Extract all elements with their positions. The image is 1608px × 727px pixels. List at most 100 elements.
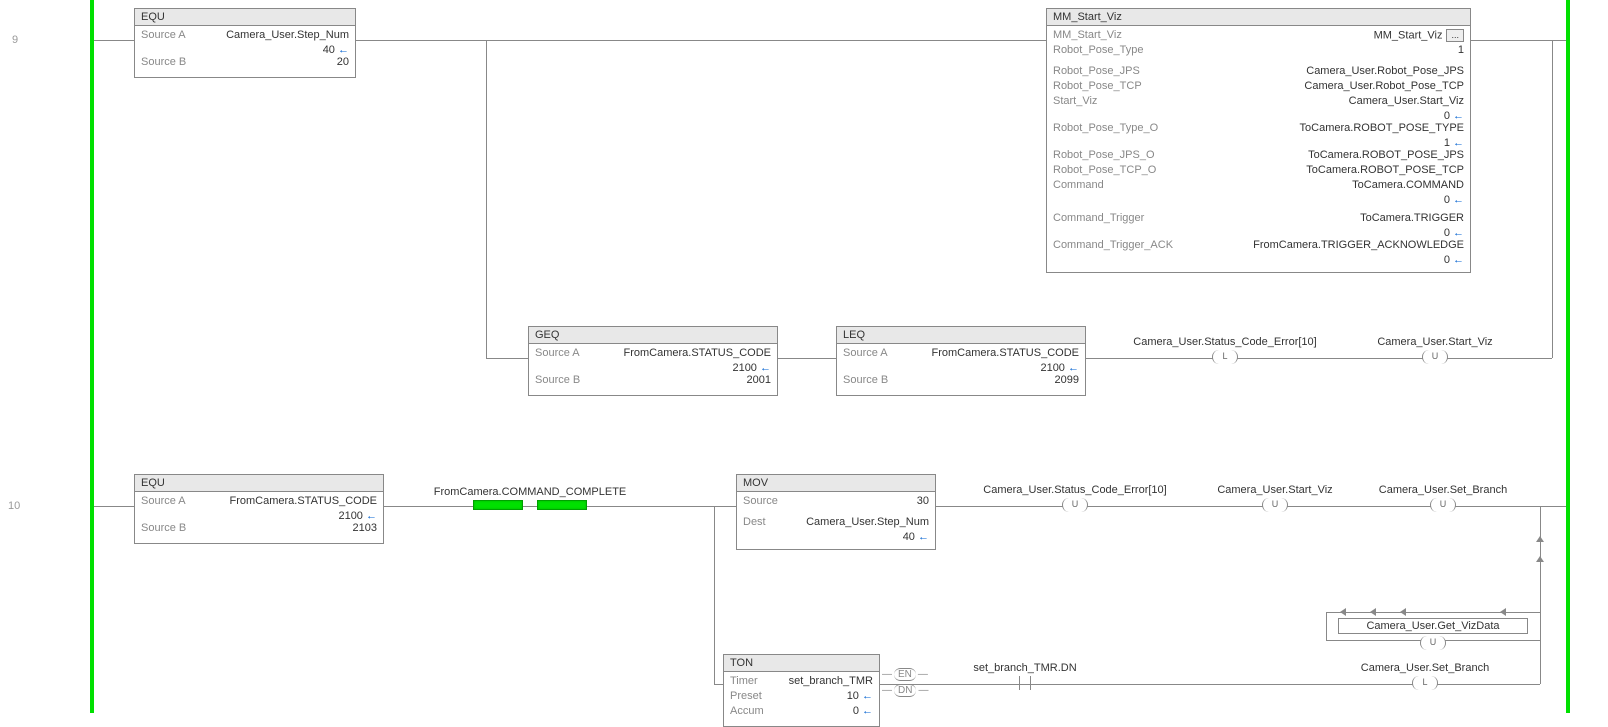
param-label: Robot_Pose_Type_O	[1053, 122, 1158, 134]
coil-latch-status-error[interactable]: Camera_User.Status_Code_Error[10] L	[1120, 336, 1330, 364]
dialog-button-icon[interactable]: ...	[1446, 29, 1464, 42]
param-label: Command_Trigger	[1053, 212, 1144, 224]
param-value: 10	[847, 690, 873, 702]
coil-label: Camera_User.Status_Code_Error[10]	[1120, 336, 1330, 348]
ton-en-pin: —EN—	[882, 668, 928, 681]
param-label: Timer	[730, 675, 758, 687]
coil-symbol: U	[1420, 636, 1446, 650]
param-value: ToCamera.ROBOT_POSE_TYPE	[1300, 122, 1464, 134]
arrow-icon	[1536, 556, 1544, 562]
power-rail-left	[90, 0, 94, 713]
param-label: Command_Trigger_ACK	[1053, 239, 1173, 251]
param-label: Source A	[141, 29, 186, 41]
param-value: ToCamera.ROBOT_POSE_TCP	[1306, 164, 1464, 176]
contact-xic-tmr-dn[interactable]: set_branch_TMR.DN	[950, 662, 1100, 693]
param-label: Robot_Pose_JPS	[1053, 65, 1140, 77]
param-value: 20	[337, 56, 349, 68]
instr-header: GEQ	[529, 327, 777, 344]
coil-unlatch-status-error[interactable]: Camera_User.Status_Code_Error[10] U	[970, 484, 1180, 512]
coil-label: Camera_User.Start_Viz	[1200, 484, 1350, 496]
param-label: Accum	[730, 705, 764, 717]
param-value: 1	[1458, 44, 1464, 56]
instr-header: MOV	[737, 475, 935, 492]
param-value: Camera_User.Step_Num	[226, 29, 349, 41]
param-value: 30	[917, 495, 929, 507]
coil-unlatch-start-viz[interactable]: Camera_User.Start_Viz U	[1200, 484, 1350, 512]
wire	[714, 506, 715, 684]
param-value: ToCamera.ROBOT_POSE_JPS	[1308, 149, 1464, 161]
arrow-icon	[1536, 536, 1544, 542]
coil-label: Camera_User.Status_Code_Error[10]	[970, 484, 1180, 496]
wire	[1326, 612, 1540, 613]
contact-label: set_branch_TMR.DN	[950, 662, 1100, 674]
coil-unlatch-set-branch[interactable]: Camera_User.Set_Branch U	[1358, 484, 1528, 512]
param-label: Start_Viz	[1053, 95, 1097, 107]
live-value: 0	[1053, 110, 1464, 122]
rung-number-9: 9	[12, 34, 18, 46]
param-label: Source B	[843, 374, 888, 386]
wire	[94, 506, 134, 507]
wire	[778, 358, 836, 359]
instruction-geq[interactable]: GEQ Source A FromCamera.STATUS_CODE 2100…	[528, 326, 778, 396]
coil-symbol: L	[1412, 676, 1438, 690]
wire	[486, 40, 487, 358]
arrow-icon	[1340, 608, 1346, 616]
coil-symbol: U	[1430, 498, 1456, 512]
coil-symbol: U	[1422, 350, 1448, 364]
coil-unlatch-start-viz[interactable]: Camera_User.Start_Viz U	[1360, 336, 1510, 364]
coil-symbol: U	[1262, 498, 1288, 512]
ton-dn-pin: —DN—	[882, 684, 928, 697]
param-label: Robot_Pose_TCP	[1053, 80, 1142, 92]
coil-symbol: U	[1062, 498, 1088, 512]
arrow-icon	[1370, 608, 1376, 616]
param-value: set_branch_TMR	[789, 675, 873, 687]
param-label: Source A	[535, 347, 580, 359]
coil-latch-set-branch[interactable]: Camera_User.Set_Branch L	[1340, 662, 1510, 690]
param-label: Source A	[843, 347, 888, 359]
param-value: 2099	[1055, 374, 1079, 386]
contact-label: FromCamera.COMMAND_COMPLETE	[420, 486, 640, 498]
param-value: Camera_User.Robot_Pose_TCP	[1304, 80, 1464, 92]
instruction-ton[interactable]: TON Timer set_branch_TMR Preset 10 Accum…	[723, 654, 880, 727]
rung-number-10: 10	[8, 500, 20, 512]
instruction-mov[interactable]: MOV Source 30 Dest Camera_User.Step_Num …	[736, 474, 936, 550]
param-label: Robot_Pose_Type	[1053, 44, 1144, 56]
param-value: FromCamera.TRIGGER_ACKNOWLEDGE	[1253, 239, 1464, 251]
contact-xic-command-complete[interactable]: FromCamera.COMMAND_COMPLETE	[420, 486, 640, 513]
instr-header: TON	[724, 655, 879, 672]
live-value: 2100	[141, 510, 377, 522]
coil-label: Camera_User.Set_Branch	[1340, 662, 1510, 674]
contact-symbol	[420, 500, 640, 513]
live-value: 0	[1053, 227, 1464, 239]
live-value: 40	[743, 531, 929, 543]
param-value: FromCamera.STATUS_CODE	[623, 347, 771, 359]
wire	[714, 684, 723, 685]
wire	[1326, 612, 1327, 640]
instruction-equ[interactable]: EQU Source A FromCamera.STATUS_CODE 2100…	[134, 474, 384, 544]
param-value: Camera_User.Start_Viz	[1349, 95, 1464, 107]
param-value: MM_Start_Viz...	[1374, 29, 1464, 42]
param-label: Command	[1053, 179, 1104, 191]
arrow-icon	[1400, 608, 1406, 616]
param-label: MM_Start_Viz	[1053, 29, 1122, 41]
arrow-icon	[1500, 608, 1506, 616]
instruction-equ[interactable]: EQU Source A Camera_User.Step_Num 40 Sou…	[134, 8, 356, 78]
contact-symbol	[950, 676, 1100, 693]
wire	[1540, 506, 1541, 684]
param-value: FromCamera.STATUS_CODE	[229, 495, 377, 507]
param-value: FromCamera.STATUS_CODE	[931, 347, 1079, 359]
param-value: Camera_User.Step_Num	[806, 516, 929, 528]
coil-unlatch-get-vizdata[interactable]: Camera_User.Get_VizData U	[1338, 618, 1528, 650]
param-label: Source	[743, 495, 778, 507]
param-value: ToCamera.TRIGGER	[1360, 212, 1464, 224]
coil-label: Camera_User.Get_VizData	[1338, 618, 1528, 634]
instruction-leq[interactable]: LEQ Source A FromCamera.STATUS_CODE 2100…	[836, 326, 1086, 396]
param-value: 2001	[747, 374, 771, 386]
wire	[94, 40, 134, 41]
live-value: 1	[1053, 137, 1464, 149]
live-value: 2100	[843, 362, 1079, 374]
instruction-mm-start-viz[interactable]: MM_Start_Viz MM_Start_Viz MM_Start_Viz..…	[1046, 8, 1471, 273]
live-value: 40	[141, 44, 349, 56]
param-value: ToCamera.COMMAND	[1352, 179, 1464, 191]
instr-header: EQU	[135, 9, 355, 26]
